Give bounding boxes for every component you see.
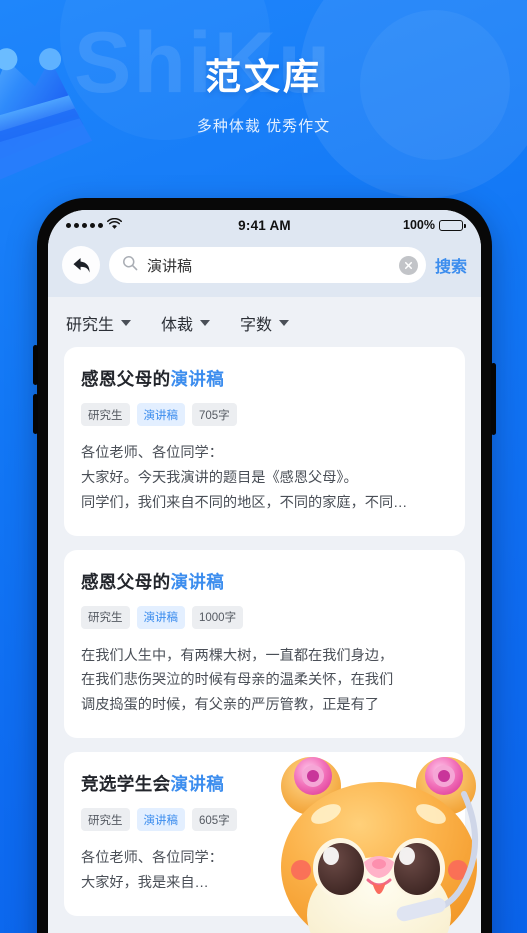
essay-excerpt: 在我们人生中，有两棵大树，一直都在我们身边， 在我们悲伤哭泣的时候有母亲的温柔关… [81,644,448,719]
status-badge: 演讲稿 [136,605,185,629]
status-badge: 研究生 [81,605,130,629]
essay-excerpt-line: 各位老师、各位同学： [81,445,223,461]
status-bar-time: 9:41 AM [238,217,291,233]
page-subtitle: 多种体裁 优秀作文 [196,118,331,135]
power-button[interactable] [491,363,496,435]
essay-excerpt: 各位老师、各位同学： 大家好。今天我演讲的题目是《感恩父母》。 同学们，我们来自… [81,441,448,516]
essay-tag-row: 研究生 演讲稿 605字 [81,808,448,832]
essay-title: 竞选学生会演讲稿 [81,771,448,796]
essay-title-prefix: 竞选学生会 [81,774,171,795]
status-badge: 研究生 [81,808,130,832]
page-title: 范文库 [204,56,322,97]
chevron-down-icon [121,320,132,326]
status-badge: 1000字 [192,605,244,629]
essay-excerpt-line: 调皮捣蛋的时候，有父亲的严厉管教，正是有了 [81,697,379,714]
chevron-down-icon [279,320,290,326]
essay-excerpt: 各位老师、各位同学： 大家好，我是来自… [81,846,448,896]
essay-title: 感恩父母的演讲稿 [81,366,448,391]
search-input[interactable]: 演讲稿 [109,247,426,283]
essay-title-highlight: 演讲稿 [170,571,225,592]
essay-title-highlight: 演讲稿 [170,774,225,795]
battery-full-icon [439,219,466,231]
signal-dots-icon [66,222,103,228]
app-promo-screenshot: ShiKu 范文库 多种体裁 优秀作文 9:41 AM 100% 演讲稿 搜索 … [0,0,527,933]
essay-list: 感恩父母的演讲稿 研究生 演讲稿 705字 各位老师、各位同学： 大家好。今天我… [48,347,481,916]
phone-screen: 9:41 AM 100% 演讲稿 搜索 研究生 体裁 字数 感恩父母的演讲稿 研… [48,210,481,933]
essay-excerpt-line: 在我们人生中，有两棵大树，一直都在我们身边， [81,647,394,664]
essay-excerpt-line: 各位老师、各位同学： [81,850,223,867]
volume-up-button[interactable] [33,345,38,385]
wifi-icon [107,217,122,233]
essay-excerpt-line: 在我们悲伤哭泣的时候有母亲的温柔关怀，在我们 [81,672,394,689]
phone-frame: 9:41 AM 100% 演讲稿 搜索 研究生 体裁 字数 感恩父母的演讲稿 研… [33,198,496,933]
filter-grade-label: 研究生 [66,317,115,334]
essay-title: 感恩父母的演讲稿 [81,569,448,594]
filter-wordcount[interactable]: 字数 [240,311,290,335]
status-badge: 研究生 [81,403,130,426]
search-icon [122,255,138,276]
status-badge: 605字 [192,808,237,832]
battery-percent-label: 100% [403,218,436,232]
essay-excerpt-line: 大家好。今天我演讲的题目是《感恩父母》。 [81,469,358,486]
chevron-down-icon [200,320,211,326]
clear-circle-icon[interactable] [398,255,418,275]
essay-title-highlight: 演讲稿 [170,369,225,389]
search-submit-button[interactable]: 搜索 [435,253,467,277]
essay-card[interactable]: 感恩父母的演讲稿 研究生 演讲稿 1000字 在我们人生中，有两棵大树，一直都在… [64,549,465,739]
status-bar: 9:41 AM 100% [48,210,481,240]
essay-excerpt-line: 大家好，我是来自… [81,874,209,891]
essay-card[interactable]: 感恩父母的演讲稿 研究生 演讲稿 705字 各位老师、各位同学： 大家好。今天我… [64,347,465,536]
status-badge: 演讲稿 [136,403,185,426]
status-badge: 705字 [192,403,237,426]
essay-excerpt-line: 同学们，我们来自不同的地区，不同的家庭，不同… [81,494,408,511]
essay-tag-row: 研究生 演讲稿 705字 [81,403,448,426]
filter-genre[interactable]: 体裁 [161,311,211,335]
search-bar: 演讲稿 搜索 [48,240,481,297]
filter-grade[interactable]: 研究生 [66,311,132,335]
back-arrow-icon[interactable] [62,246,100,284]
filter-row: 研究生 体裁 字数 [48,297,481,347]
filter-wordcount-label: 字数 [240,317,273,334]
status-badge: 演讲稿 [136,808,185,832]
essay-card[interactable]: 竞选学生会演讲稿 研究生 演讲稿 605字 各位老师、各位同学： 大家好，我是来… [64,752,465,916]
essay-title-prefix: 感恩父母的 [81,369,171,389]
essay-tag-row: 研究生 演讲稿 1000字 [81,605,448,629]
search-input-value: 演讲稿 [147,257,193,275]
essay-title-prefix: 感恩父母的 [81,571,171,592]
filter-genre-label: 体裁 [161,317,194,334]
volume-down-button[interactable] [33,394,38,434]
